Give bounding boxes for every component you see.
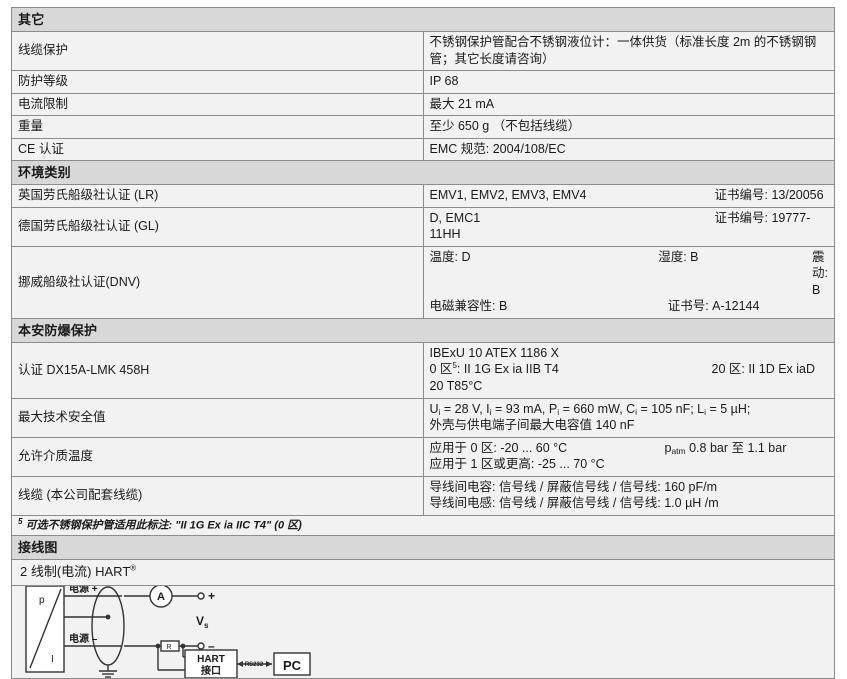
dnv-emc: 电磁兼容性: B: [429, 299, 508, 314]
lr-cert-number: 证书编号: 13/20056: [714, 188, 824, 203]
row-label-medium-temperature: 允许介质温度: [11, 436, 424, 477]
dnv-line-2: 电磁兼容性: B 证书号: A-12144: [430, 298, 829, 315]
sensor-label-p: p: [39, 595, 45, 606]
table-row: 线缆保护 不锈钢保护管配合不锈钢液位计：一体供货（标准长度 2m 的不锈钢钢管；…: [11, 31, 835, 72]
row-label-approval: 认证 DX15A-LMK 458H: [11, 341, 424, 399]
temperature-line-2: 应用于 1 区或更高: -25 ... 70 °C: [429, 457, 605, 472]
row-label-cable: 线缆 (本公司配套线缆): [11, 475, 424, 516]
row-value-protection-class: IP 68: [422, 70, 835, 94]
lr-emv-list: EMV1, EMV2, EMV3, EMV4: [429, 188, 587, 203]
row-value-lr: EMV1, EMV2, EMV3, EMV4 证书编号: 13/20056: [422, 184, 835, 208]
table-row: 线缆 (本公司配套线缆) 导线间电容: 信号线 / 屏蔽信号线 / 信号线: 1…: [11, 475, 835, 516]
section-title-environment: 环境类别: [11, 160, 835, 186]
hart-interface-label-line1: HART: [197, 654, 225, 665]
table-row: 最大技术安全值 Ui = 28 V, Ii = 93 mA, Pi = 660 …: [11, 397, 835, 438]
table-row: 挪威船级社认证(DNV) 温度: D 湿度: B 震动: B 电磁兼容性: B …: [11, 245, 835, 319]
section-title-misc: 其它: [11, 6, 835, 33]
row-value-medium-temperature: 应用于 0 区: -20 ... 60 °C patm 0.8 bar 至 1.1…: [422, 436, 835, 477]
terminal-minus-label: –: [208, 639, 215, 653]
section-title-exprotection: 本安防爆保护: [11, 317, 835, 343]
table-row: 英国劳氏船级社认证 (LR) EMV1, EMV2, EMV3, EMV4 证书编…: [11, 184, 835, 208]
dnv-vibration: 震动: B: [812, 249, 829, 297]
terminal-plus-label: +: [208, 589, 215, 603]
cable-capacitance: 导线间电容: 信号线 / 屏蔽信号线 / 信号线: 160 pF/m: [429, 479, 718, 494]
dnv-temperature: 温度: D: [429, 249, 471, 264]
table-row: 德国劳氏船级社认证 (GL) D, EMC1 证书编号: 19777-11HH: [11, 206, 835, 247]
sensor-label-i: I: [51, 654, 54, 665]
row-label-safety-values: 最大技术安全值: [11, 397, 424, 438]
ground-symbol-icon: [99, 670, 117, 678]
terminal-plus-icon: [197, 592, 205, 600]
rs232-label: RS232: [245, 662, 264, 668]
dnv-line-1: 温度: D 湿度: B 震动: B: [430, 249, 829, 299]
gl-emc-list: D, EMC1: [429, 210, 481, 225]
section-title-wiring: 接线图: [11, 534, 835, 560]
row-value-safety-values: Ui = 28 V, Ii = 93 mA, Pi = 660 mW, Ci =…: [422, 397, 835, 438]
section-header-misc: 其它: [11, 6, 835, 33]
page-bottom-edge: [11, 578, 835, 586]
table-row: 认证 DX15A-LMK 458H IBExU 10 ATEX 1186 X 0…: [11, 341, 835, 399]
ammeter-label: A: [157, 591, 165, 603]
row-label-current-limit: 电流限制: [11, 92, 424, 117]
resistor-label: R: [167, 644, 172, 651]
section-header-environment: 环境类别: [11, 160, 835, 186]
row-value-current-limit: 最大 21 mA: [422, 92, 835, 117]
pc-label: PC: [283, 658, 302, 673]
dnv-cert-number: 证书号: A-12144: [667, 299, 760, 314]
row-value-ce: EMC 规范: 2004/108/EC: [422, 137, 835, 162]
row-label-dnv: 挪威船级社认证(DNV): [11, 245, 424, 319]
terminal-minus-icon: [197, 642, 205, 650]
atex-certificate-number: IBExU 10 ATEX 1186 X: [429, 345, 559, 360]
row-value-dnv: 温度: D 湿度: B 震动: B 电磁兼容性: B 证书号: A-12144: [422, 245, 835, 319]
section-header-wiring: 接线图: [11, 534, 835, 560]
wiring-subtitle-text: 2 线制(电流) HART: [20, 563, 131, 579]
row-label-cable-protection: 线缆保护: [11, 31, 424, 72]
section-header-exprotection: 本安防爆保护: [11, 317, 835, 343]
zone-0-prefix: 0 区: [429, 362, 453, 377]
atex-zone-marking: 0 区5: II 1G Ex ia IIB T4 20 区: II 1D Ex i…: [430, 361, 829, 394]
safety-values-line-2: 外壳与供电端子间最大电容值 140 nF: [429, 418, 635, 433]
row-value-weight: 至少 650 g （不包括线缆）: [422, 115, 835, 139]
footnote-cell: 5 可选不锈钢保护管适用此标注: "II 1G Ex ia IIC T4" (0…: [11, 514, 835, 536]
row-label-weight: 重量: [11, 115, 424, 139]
zone-0-marking: 0 区5: II 1G Ex ia IIB T4: [430, 361, 712, 378]
row-label-lr: 英国劳氏船级社认证 (LR): [11, 184, 424, 208]
safety-values-line-1: Ui = 28 V, Ii = 93 mA, Pi = 660 mW, Ci =…: [429, 401, 751, 417]
row-value-gl: D, EMC1 证书编号: 19777-11HH: [422, 206, 835, 247]
temperature-line-1: 应用于 0 区: -20 ... 60 °C patm 0.8 bar 至 1.1…: [430, 440, 829, 457]
table-row-footnote: 5 可选不锈钢保护管适用此标注: "II 1G Ex ia IIC T4" (0…: [11, 514, 835, 536]
atmospheric-pressure-range: patm 0.8 bar 至 1.1 bar: [664, 440, 787, 456]
cable-shield-icon: [91, 586, 125, 666]
row-value-cable: 导线间电容: 信号线 / 屏蔽信号线 / 信号线: 160 pF/m 导线间电感…: [422, 475, 835, 516]
row-label-gl: 德国劳氏船级社认证 (GL): [11, 206, 424, 247]
table-row: 电流限制 最大 21 mA: [11, 92, 835, 117]
hart-interface-label-line2: 接口: [201, 664, 221, 677]
row-label-ce: CE 认证: [11, 137, 424, 162]
temperature-zone0: 应用于 0 区: -20 ... 60 °C: [429, 440, 568, 455]
shield-junction-dot: [105, 614, 111, 620]
row-value-approval: IBExU 10 ATEX 1186 X 0 区5: II 1G Ex ia I…: [422, 341, 835, 399]
cable-inductance: 导线间电感: 信号线 / 屏蔽信号线 / 信号线: 1.0 µH /m: [429, 496, 719, 511]
wiring-diagram-svg: p I 电源 + 电源 – A R + – Vs HART 接口 RS232 P…: [25, 582, 311, 679]
table-row: 重量 至少 650 g （不包括线缆）: [11, 115, 835, 139]
zone-0-text: : II 1G Ex ia IIB T4: [456, 362, 559, 377]
registered-trademark-icon: ®: [130, 563, 137, 573]
row-label-protection-class: 防护等级: [11, 70, 424, 94]
table-row: CE 认证 EMC 规范: 2004/108/EC: [11, 137, 835, 162]
footnote-text: 可选不锈钢保护管适用此标注: "II 1G Ex ia IIC T4" (0 区…: [22, 519, 302, 532]
label-power-minus: 电源 –: [69, 632, 98, 645]
supply-voltage-label: Vs: [196, 614, 209, 630]
table-row: 允许介质温度 应用于 0 区: -20 ... 60 °C patm 0.8 ba…: [11, 436, 835, 477]
table-row: 防护等级 IP 68: [11, 70, 835, 94]
dnv-humidity: 湿度: B: [658, 249, 699, 264]
row-value-cable-protection: 不锈钢保护管配合不锈钢液位计：一体供货（标准长度 2m 的不锈钢钢管；其它长度请…: [422, 31, 835, 72]
